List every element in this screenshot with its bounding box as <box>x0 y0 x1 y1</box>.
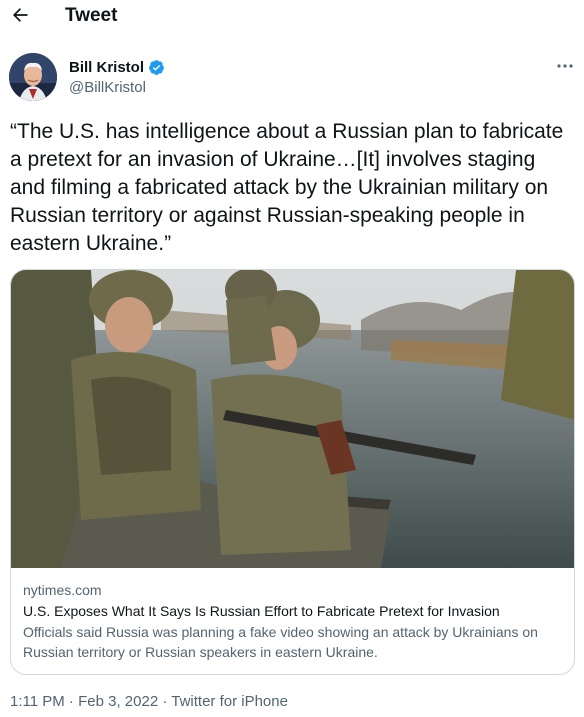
top-bar: Tweet <box>0 0 584 34</box>
back-button[interactable] <box>8 3 32 27</box>
avatar[interactable] <box>9 53 57 101</box>
more-horizontal-icon <box>557 64 573 68</box>
tweet-timestamp: 1:11 PM · Feb 3, 2022 · Twitter for iPho… <box>10 693 288 710</box>
tweet-text: “The U.S. has intelligence about a Russi… <box>10 120 564 255</box>
tweet-source[interactable]: Twitter for iPhone <box>171 693 288 710</box>
separator: · <box>162 693 168 710</box>
author-handle[interactable]: @BillKristol <box>69 79 165 96</box>
card-domain: nytimes.com <box>23 582 102 598</box>
author-name[interactable]: Bill Kristol <box>69 59 144 76</box>
avatar-image <box>9 53 57 101</box>
card-image <box>11 270 574 568</box>
page-title: Tweet <box>65 5 118 26</box>
arrow-left-icon <box>13 8 28 22</box>
more-options-button[interactable] <box>553 56 577 76</box>
card-meta: nytimes.com U.S. Exposes What It Says Is… <box>23 581 563 662</box>
author-block: Bill Kristol @BillKristol <box>69 59 165 96</box>
soldiers-in-boat-photo <box>11 270 574 568</box>
link-card[interactable]: nytimes.com U.S. Exposes What It Says Is… <box>10 269 575 675</box>
card-title: U.S. Exposes What It Says Is Russian Eff… <box>23 603 500 619</box>
separator: · <box>68 693 74 710</box>
tweet-date[interactable]: Feb 3, 2022 <box>78 693 158 710</box>
tweet-time[interactable]: 1:11 PM <box>10 693 65 710</box>
card-description: Officials said Russia was planning a fak… <box>23 624 538 660</box>
verified-badge-icon <box>149 60 164 75</box>
